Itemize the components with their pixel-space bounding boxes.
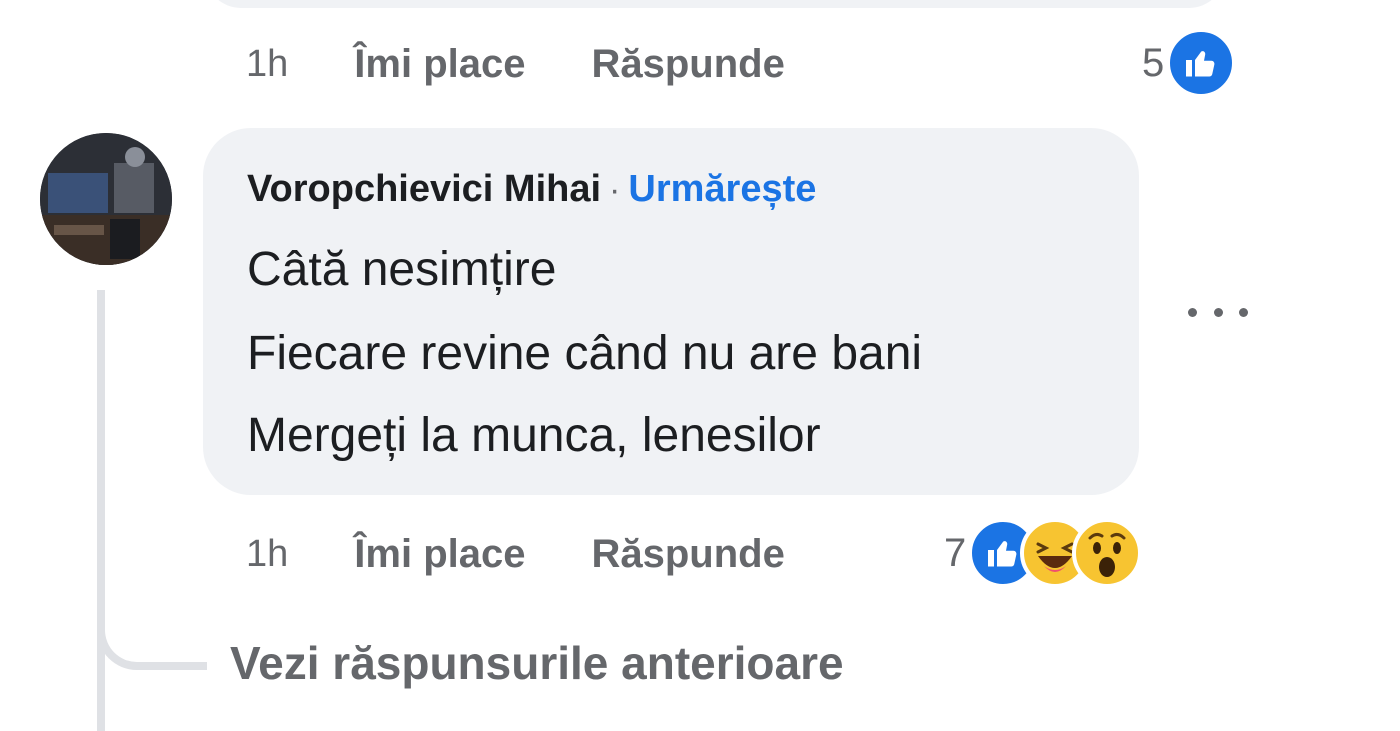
previous-comment-reaction-count: 5 <box>1142 40 1165 85</box>
comment-header: Voropchievici Mihai · Urmărește <box>247 168 816 211</box>
comment-bubble: Voropchievici Mihai · Urmărește Câtă nes… <box>203 128 1139 495</box>
avatar[interactable] <box>40 133 172 265</box>
previous-comment-like-button[interactable]: Îmi place <box>354 42 525 87</box>
previous-comment-reactions[interactable]: 5 <box>1142 28 1237 98</box>
previous-comment-reply-button[interactable]: Răspunde <box>591 42 784 87</box>
wow-icon <box>1072 518 1143 588</box>
like-button[interactable]: Îmi place <box>354 532 525 577</box>
comment-reactions[interactable]: 7 <box>944 518 1143 588</box>
previous-comment-actions: 1h Îmi place Răspunde <box>246 34 785 94</box>
comment-time[interactable]: 1h <box>246 533 288 576</box>
reply-button[interactable]: Răspunde <box>591 532 784 577</box>
follow-button[interactable]: Urmărește <box>628 168 816 211</box>
header-separator: · <box>609 171 621 209</box>
thread-line <box>97 290 105 731</box>
comment-text-line: Fiecare revine când nu are bani <box>247 327 923 380</box>
thread-connector <box>97 600 207 670</box>
like-icon <box>1166 28 1237 98</box>
comment-reaction-count: 7 <box>944 530 967 575</box>
more-options-icon[interactable] <box>1188 292 1248 332</box>
comment-author[interactable]: Voropchievici Mihai <box>247 168 601 211</box>
previous-comment-time[interactable]: 1h <box>246 43 288 86</box>
comment-actions: 1h Îmi place Răspunde <box>246 524 785 584</box>
previous-comment-bubble <box>205 0 1225 8</box>
comment-text-line: Mergeți la munca, lenesilor <box>247 409 821 462</box>
see-previous-replies-link[interactable]: Vezi răspunsurile anterioare <box>230 636 844 690</box>
comment-text-line: Câtă nesimțire <box>247 243 557 296</box>
